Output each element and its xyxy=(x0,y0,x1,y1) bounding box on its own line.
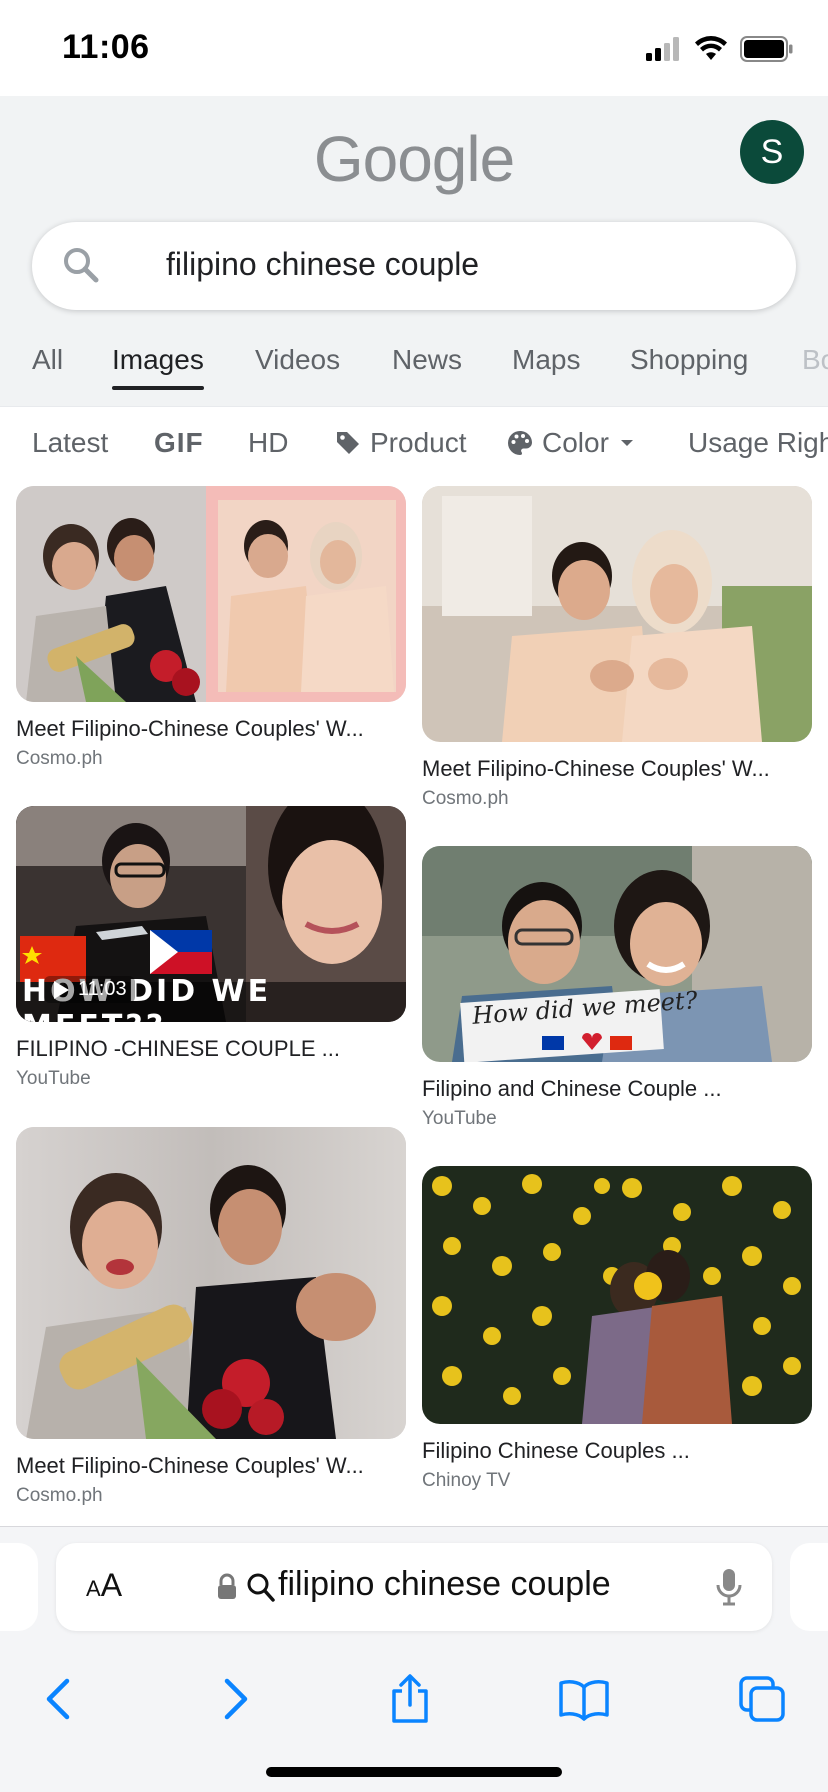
result-thumbnail[interactable] xyxy=(16,486,406,702)
wifi-icon xyxy=(695,36,727,60)
google-logo[interactable]: Google xyxy=(0,122,828,196)
address-bar[interactable]: AA filipino chinese couple xyxy=(56,1543,772,1631)
chip-product[interactable]: Product xyxy=(334,427,467,459)
search-icon[interactable] xyxy=(60,244,104,288)
chip-product-label: Product xyxy=(370,427,467,458)
chip-latest-label: Latest xyxy=(32,427,109,458)
result-thumbnail[interactable] xyxy=(16,1127,406,1439)
chip-gif-label: GIF xyxy=(154,427,204,458)
filter-chips: Latest GIF HD Product Color Usage Righ xyxy=(0,406,828,486)
back-button[interactable] xyxy=(30,1671,86,1727)
search-input[interactable]: filipino chinese couple xyxy=(166,246,479,283)
chip-usage-rights[interactable]: Usage Righ xyxy=(688,427,828,459)
chip-hd[interactable]: HD xyxy=(248,427,288,459)
next-tab-pill[interactable] xyxy=(790,1543,828,1631)
video-duration: 11:03 xyxy=(78,978,127,1000)
chip-color-label: Color xyxy=(542,427,609,458)
result-title[interactable]: Filipino Chinese Couples ... xyxy=(422,1438,812,1464)
microphone-icon[interactable] xyxy=(714,1567,744,1607)
result-source: YouTube xyxy=(16,1068,91,1089)
chip-usage-rights-label: Usage Righ xyxy=(688,427,828,458)
status-bar: 11:06 xyxy=(0,0,828,96)
tab-videos[interactable]: Videos xyxy=(255,330,340,406)
safari-toolbar xyxy=(0,1647,828,1747)
tab-maps[interactable]: Maps xyxy=(512,330,580,406)
result-card[interactable]: Meet Filipino-Chinese Couples' W... Cosm… xyxy=(16,486,406,770)
lock-icon xyxy=(218,1573,236,1599)
chip-hd-label: HD xyxy=(248,427,289,458)
tabs-icon xyxy=(739,1676,785,1722)
reader-aa-button[interactable]: AA xyxy=(86,1567,122,1604)
status-icons xyxy=(646,34,794,64)
result-thumbnail[interactable]: How did we meet? xyxy=(422,846,812,1062)
result-card[interactable]: Meet Filipino-Chinese Couples' W... Cosm… xyxy=(422,486,812,810)
play-icon xyxy=(54,980,69,999)
forward-button[interactable] xyxy=(208,1671,264,1727)
result-source: Cosmo.ph xyxy=(16,748,103,769)
tag-icon xyxy=(337,432,359,454)
search-tabs: All Images Videos News Maps Shopping Bo xyxy=(0,330,828,406)
result-title[interactable]: Filipino and Chinese Couple ... xyxy=(422,1076,812,1102)
result-card[interactable]: How did we meet? Filipino and Chinese Co… xyxy=(422,846,812,1130)
chevron-right-icon xyxy=(224,1678,248,1720)
search-icon xyxy=(247,1573,275,1602)
home-indicator[interactable] xyxy=(266,1767,562,1777)
book-icon xyxy=(559,1680,609,1721)
result-title[interactable]: FILIPINO -CHINESE COUPLE ... xyxy=(16,1036,406,1062)
result-source: Cosmo.ph xyxy=(422,788,509,809)
battery-icon xyxy=(740,36,793,62)
chevron-left-icon xyxy=(46,1678,70,1720)
safari-bottom-bar: AA filipino chinese couple xyxy=(0,1526,828,1792)
result-thumbnail[interactable] xyxy=(422,486,812,742)
chip-latest[interactable]: Latest xyxy=(32,427,108,459)
result-title[interactable]: Meet Filipino-Chinese Couples' W... xyxy=(422,756,812,782)
chip-color[interactable]: Color xyxy=(506,427,637,459)
tabs-button[interactable] xyxy=(734,1671,790,1727)
avatar[interactable]: S xyxy=(740,120,804,184)
tab-books[interactable]: Bo xyxy=(802,330,828,406)
result-source: YouTube xyxy=(422,1108,497,1129)
tab-news[interactable]: News xyxy=(392,330,462,406)
tab-shopping[interactable]: Shopping xyxy=(630,330,748,406)
share-icon xyxy=(392,1674,428,1723)
caret-down-icon xyxy=(620,440,633,446)
chip-gif[interactable]: GIF xyxy=(154,427,204,459)
tab-all[interactable]: All xyxy=(32,330,63,406)
result-thumbnail[interactable] xyxy=(422,1166,812,1424)
result-source: Cosmo.ph xyxy=(16,1485,103,1506)
search-box[interactable]: filipino chinese couple xyxy=(32,222,796,310)
signal-icon xyxy=(646,37,679,61)
address-text[interactable]: filipino chinese couple xyxy=(278,1565,611,1604)
result-thumbnail[interactable]: HOW DID WE MEET?? 11:03 xyxy=(16,806,406,1022)
share-button[interactable] xyxy=(382,1671,438,1727)
aa-big-label: A xyxy=(100,1567,123,1603)
video-duration-badge: 11:03 xyxy=(44,976,135,1003)
palette-icon xyxy=(508,431,532,455)
result-source: Chinoy TV xyxy=(422,1470,511,1491)
tab-images[interactable]: Images xyxy=(112,330,204,406)
previous-tab-pill[interactable] xyxy=(0,1543,38,1631)
bookmarks-button[interactable] xyxy=(556,1671,612,1727)
result-card[interactable]: Meet Filipino-Chinese Couples' W... Cosm… xyxy=(16,1127,406,1507)
result-title[interactable]: Meet Filipino-Chinese Couples' W... xyxy=(16,1453,406,1479)
result-card[interactable]: HOW DID WE MEET?? 11:03 FILIPINO -CHINES… xyxy=(16,806,406,1090)
status-time: 11:06 xyxy=(62,28,150,66)
aa-small-label: A xyxy=(86,1576,101,1601)
image-results: Meet Filipino-Chinese Couples' W... Cosm… xyxy=(0,486,828,1526)
result-card[interactable]: Filipino Chinese Couples ... Chinoy TV xyxy=(422,1166,812,1492)
result-title[interactable]: Meet Filipino-Chinese Couples' W... xyxy=(16,716,406,742)
